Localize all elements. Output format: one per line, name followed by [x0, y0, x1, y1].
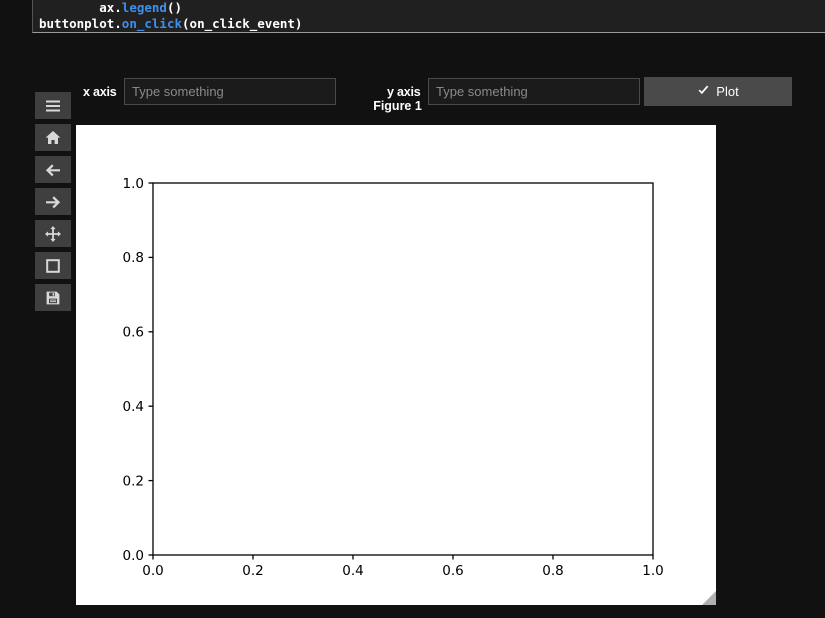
- svg-text:0.6: 0.6: [123, 325, 144, 341]
- zoom-rect-icon[interactable]: [35, 252, 71, 279]
- svg-text:1.0: 1.0: [642, 563, 663, 579]
- svg-text:0.0: 0.0: [142, 563, 163, 579]
- y-axis-label: y axis: [387, 85, 421, 99]
- controls-row: x axis y axis Plot: [0, 34, 825, 106]
- arrow-left-icon[interactable]: [35, 156, 71, 183]
- code-text: buttonplot.: [39, 16, 122, 31]
- code-text: (): [166, 0, 183, 15]
- svg-text:0.8: 0.8: [123, 250, 144, 266]
- plot-axes: 0.0 0.2 0.4 0.6 0.8 1.0 0.0 0.2 0.4 0.6 0.8 1.0: [76, 125, 716, 605]
- svg-text:0.2: 0.2: [123, 473, 144, 489]
- svg-text:0.8: 0.8: [542, 563, 563, 579]
- code-line: buttonplot.on_click(on_click_event): [33, 16, 825, 32]
- figure-canvas[interactable]: 0.0 0.2 0.4 0.6 0.8 1.0 0.0 0.2 0.4 0.6 0.8 1.0: [76, 125, 716, 605]
- pan-move-icon[interactable]: [35, 220, 71, 247]
- code-line: ax.legend(): [33, 0, 825, 16]
- svg-text:0.0: 0.0: [123, 548, 144, 564]
- x-axis-label: x axis: [83, 85, 117, 99]
- code-text: (on_click_event): [182, 16, 303, 31]
- code-snippet-panel: ax.legend() buttonplot.on_click(on_click…: [32, 0, 825, 33]
- svg-text:1.0: 1.0: [123, 176, 144, 192]
- check-icon: [697, 84, 710, 97]
- code-text: ax.: [99, 0, 122, 15]
- svg-text:0.6: 0.6: [442, 563, 463, 579]
- save-floppy-icon[interactable]: [35, 284, 71, 311]
- plot-button-label: Plot: [716, 84, 739, 99]
- code-function-name: on_click: [121, 16, 183, 31]
- svg-text:0.4: 0.4: [123, 399, 144, 415]
- resize-grip[interactable]: [702, 591, 716, 605]
- home-icon[interactable]: [35, 124, 71, 151]
- figure-title: Figure 1: [373, 99, 422, 113]
- arrow-right-icon[interactable]: [35, 188, 71, 215]
- matplotlib-toolbar: [35, 92, 71, 316]
- svg-text:0.2: 0.2: [242, 563, 263, 579]
- svg-text:0.4: 0.4: [342, 563, 363, 579]
- code-function-name: legend: [121, 0, 167, 15]
